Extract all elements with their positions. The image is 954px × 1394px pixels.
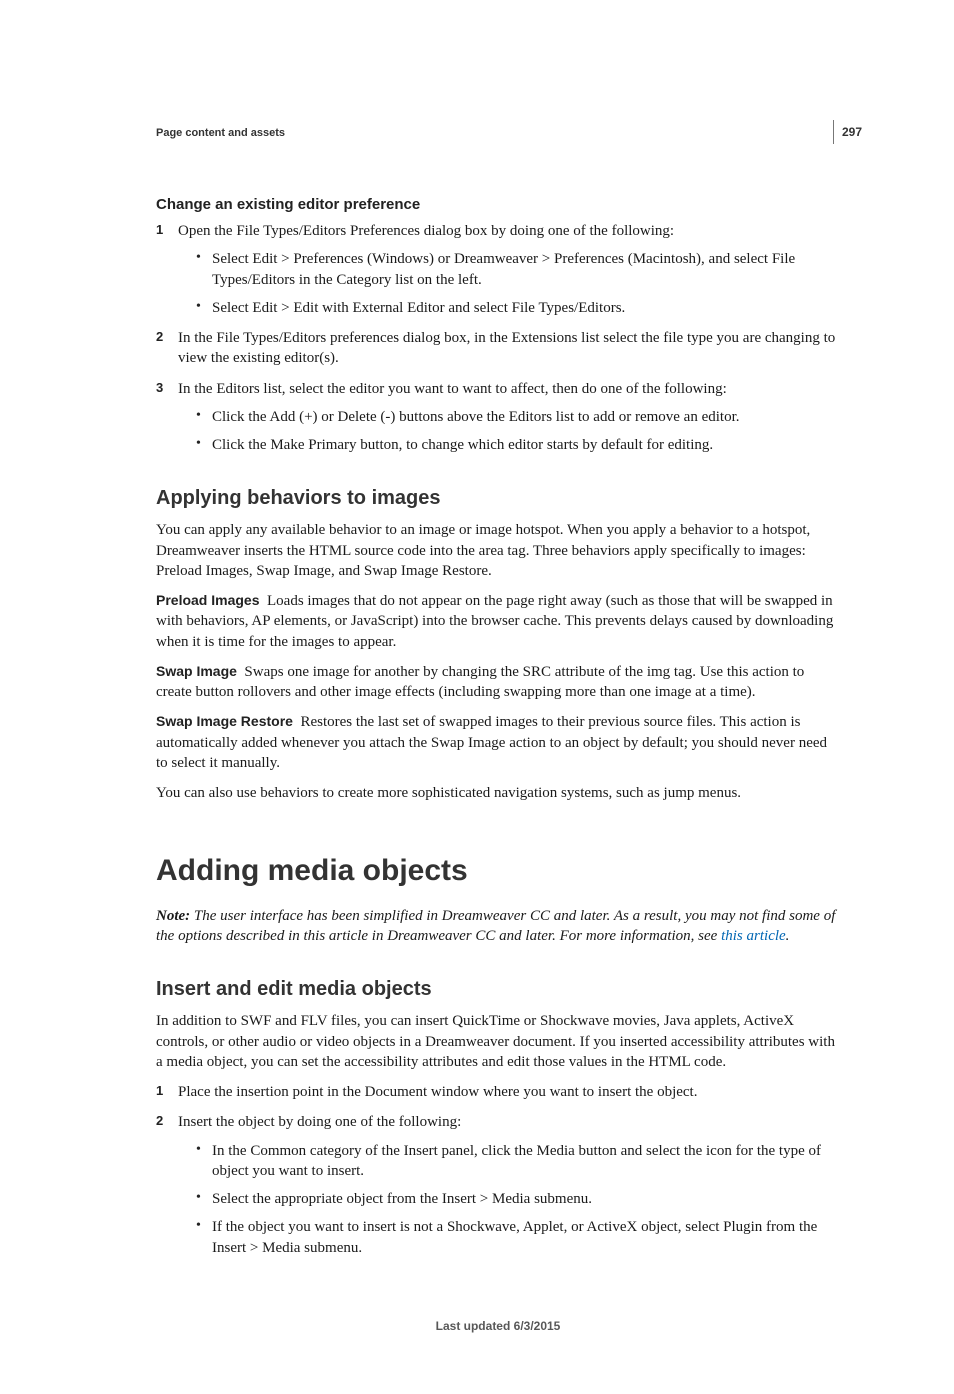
bullet-item: Select Edit > Preferences (Windows) or D… <box>178 249 840 290</box>
def-preload-images: Preload Images Loads images that do not … <box>156 591 840 652</box>
step-2: 2 Insert the object by doing one of the … <box>156 1112 840 1258</box>
steps-insert-media: 1 Place the insertion point in the Docum… <box>156 1082 840 1258</box>
def-term: Preload Images <box>156 592 260 608</box>
page-number: 297 <box>833 120 862 144</box>
def-swap-image: Swap Image Swaps one image for another b… <box>156 662 840 703</box>
step-number: 3 <box>156 379 163 397</box>
note-paragraph: Note: The user interface has been simpli… <box>156 906 840 947</box>
step-1: 1 Place the insertion point in the Docum… <box>156 1082 840 1102</box>
running-head: Page content and assets <box>156 126 840 141</box>
outro-paragraph: You can also use behaviors to create mor… <box>156 783 840 803</box>
steps-change-editor: 1 Open the File Types/Editors Preference… <box>156 221 840 455</box>
bullet-item: Click the Add (+) or Delete (-) buttons … <box>178 407 840 427</box>
bullet-item: Select Edit > Edit with External Editor … <box>178 298 840 318</box>
heading-applying-behaviors: Applying behaviors to images <box>156 485 840 512</box>
note-tail: . <box>786 928 790 944</box>
bullet-item: If the object you want to insert is not … <box>178 1217 840 1258</box>
step-number: 1 <box>156 221 163 239</box>
def-term: Swap Image <box>156 663 237 679</box>
footer-last-updated: Last updated 6/3/2015 <box>156 1318 840 1334</box>
step-number: 1 <box>156 1082 163 1100</box>
step-text: In the File Types/Editors preferences di… <box>178 330 835 366</box>
step-number: 2 <box>156 1112 163 1130</box>
note-lead: Note: <box>156 908 194 924</box>
step-2: 2 In the File Types/Editors preferences … <box>156 328 840 369</box>
def-term: Swap Image Restore <box>156 713 293 729</box>
def-swap-image-restore: Swap Image Restore Restores the last set… <box>156 712 840 773</box>
step-2-bullets: In the Common category of the Insert pan… <box>178 1141 840 1258</box>
sub-intro: In addition to SWF and FLV files, you ca… <box>156 1011 840 1072</box>
heading-insert-edit-media: Insert and edit media objects <box>156 976 840 1003</box>
step-1-bullets: Select Edit > Preferences (Windows) or D… <box>178 249 840 318</box>
step-1: 1 Open the File Types/Editors Preference… <box>156 221 840 318</box>
step-3-bullets: Click the Add (+) or Delete (-) buttons … <box>178 407 840 456</box>
step-text: Place the insertion point in the Documen… <box>178 1084 697 1100</box>
bullet-item: Select the appropriate object from the I… <box>178 1189 840 1209</box>
intro-paragraph: You can apply any available behavior to … <box>156 520 840 581</box>
step-3: 3 In the Editors list, select the editor… <box>156 379 840 456</box>
step-text: Insert the object by doing one of the fo… <box>178 1114 461 1130</box>
step-text: In the Editors list, select the editor y… <box>178 381 727 397</box>
bullet-item: Click the Make Primary button, to change… <box>178 435 840 455</box>
note-link[interactable]: this article <box>721 928 786 944</box>
def-body: Swaps one image for another by changing … <box>156 664 804 700</box>
heading-change-editor-pref: Change an existing editor preference <box>156 195 840 215</box>
bullet-item: In the Common category of the Insert pan… <box>178 1141 840 1182</box>
step-number: 2 <box>156 328 163 346</box>
heading-adding-media-objects: Adding media objects <box>156 851 840 892</box>
step-text: Open the File Types/Editors Preferences … <box>178 223 674 239</box>
